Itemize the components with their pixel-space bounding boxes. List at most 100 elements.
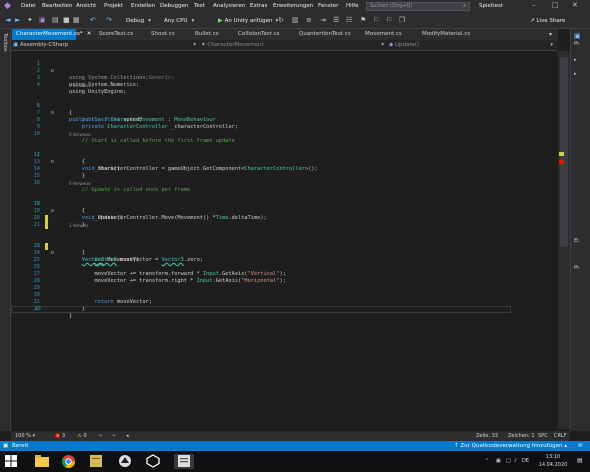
tab-collisiontest[interactable]: CollisionTest.cs [234,29,280,40]
keyboard-layout[interactable]: DE [522,458,529,464]
back-icon[interactable]: ◄ [5,16,10,25]
forward-icon[interactable]: ► [15,16,20,25]
codelens-references[interactable]: 0 Verweise [69,181,91,186]
save-all-icon[interactable]: ▦ [73,16,80,25]
unity-editor-icon[interactable] [146,454,162,469]
tab-scoretext[interactable]: ScoreText.cs [95,29,133,40]
error-count[interactable]: ✕ 3 [55,432,65,440]
indent-icon[interactable]: ⇥ [320,16,326,25]
tab-shoot[interactable]: Shoot.cs [147,29,175,40]
member-dropdown[interactable]: ◆ Update() ▾ [389,41,555,50]
class-dropdown[interactable]: ✦ CharacterMovement ▾ [201,41,386,50]
configuration-dropdown[interactable]: Debug ▾ [124,16,160,26]
whitespace-mode[interactable]: SPC [538,432,548,440]
clock-time[interactable]: 13:10 [538,454,568,460]
tab-charactermovement[interactable]: CharacterMovement.cs* ✕ [12,29,91,40]
platform-dropdown[interactable]: Any CPU ▾ [162,16,214,26]
codelens-references[interactable]: 0 Verweise [69,83,91,88]
comment-icon[interactable]: ☰ [333,16,339,25]
visual-studio-task-icon[interactable] [174,454,194,469]
unity-hub-icon[interactable] [118,454,134,469]
notifications-icon[interactable]: ✉ [578,441,583,451]
tab-bullet[interactable]: Bullet.cs [191,29,219,40]
line-indicator[interactable]: Zeile: 33 [476,432,498,440]
action-center-icon[interactable]: ▤ [577,457,583,464]
menu-hilfe[interactable]: Hilfe [346,3,359,9]
tab-label: Shoot.cs [151,31,175,37]
clock-date[interactable]: 14.04.2020 [538,462,568,468]
tray-expand-icon[interactable]: ⌃ [485,458,489,464]
clear-bookmarks-icon[interactable]: ❐ [399,16,405,25]
issue-filter-icon[interactable]: ◂ [126,432,129,440]
bookmark-next-icon[interactable]: ⚐ [373,16,379,25]
tray-app-icon[interactable]: ▣ [496,458,501,464]
redo-icon[interactable]: ↷ [106,16,112,25]
codelens-references[interactable]: 1 Verweis [69,223,88,228]
chevron-down-icon: ▾ [381,42,384,48]
search-placeholder: Suchen (Strg+Q) [370,3,413,9]
code-line: 25 [11,250,558,263]
line-ending[interactable]: CRLF [554,432,567,440]
menu-test[interactable]: Test [194,3,205,9]
pane-label[interactable]: Pr. [574,265,580,271]
menu-ansicht[interactable]: Ansicht [76,3,96,9]
undo-icon[interactable]: ↶ [90,16,96,25]
chrome-icon[interactable] [61,454,77,469]
column-indicator[interactable]: Zeichen: 1 [508,432,535,440]
menu-erweiterungen[interactable]: Erweiterungen [273,3,313,9]
volume-icon[interactable]: ♪ [514,458,517,464]
pane-label[interactable]: Pr. [574,41,580,47]
menu-datei[interactable]: Datei [21,3,36,9]
toolbox-tab[interactable]: Toolbox [2,33,8,52]
warning-count[interactable]: ⚠ 0 [77,432,87,440]
layout-icon[interactable]: ▥ [292,16,299,25]
tab-label: CollisionTest.cs [238,31,280,37]
add-source-control-button[interactable]: ↑ Zur Quellcodeverwaltung hinzufügen ▴ [454,441,567,451]
close-tab-icon[interactable]: ✕ [87,31,92,37]
save-icon[interactable]: ■ [63,16,70,25]
browser-icon [61,454,76,469]
zoom-dropdown[interactable]: 100 % ▾ [15,432,35,440]
attach-unity-button[interactable]: ▶ An Unity anfügen ▾ [218,16,278,26]
notes-app-icon[interactable] [89,454,105,469]
menu-debuggen[interactable]: Debuggen [160,3,188,9]
tree-toggle-icon[interactable]: ▸ [574,71,577,77]
search-input[interactable]: Suchen (Strg+Q) ⌕ [366,2,470,11]
bookmark-icon[interactable]: ⚑ [360,16,366,25]
tree-toggle-icon[interactable]: ▸ [574,57,577,63]
code-line: 23 { [11,236,558,256]
project-dropdown[interactable]: ▣ Assembly-CSharp ▾ [13,41,198,50]
menu-extras[interactable]: Extras [250,3,267,9]
network-icon[interactable]: □ [506,458,511,464]
bookmark-prev-icon[interactable]: ⚐ [386,16,392,25]
live-share-button[interactable]: ↗ Live Share [530,16,565,26]
new-project-icon[interactable]: ▣ [39,16,46,25]
code-editor[interactable]: 1 ⊟ using System.Collections; 2 using Sy… [11,51,558,429]
solution-explorer-icon[interactable]: ▣ [574,32,581,40]
start-button[interactable] [4,454,20,469]
codelens-references[interactable]: 0 Verweise [69,132,91,137]
nav-forward-icon[interactable]: → [111,432,115,440]
menu-analysieren[interactable]: Analysieren [213,3,245,9]
open-folder-icon[interactable]: ▤ [52,16,59,25]
nav-back-icon[interactable]: ← [99,432,103,440]
maximize-icon[interactable]: □ [552,1,559,9]
file-explorer-icon[interactable] [34,454,50,469]
minimize-icon[interactable]: – [532,1,536,9]
uncomment-icon[interactable]: ☷ [346,16,352,25]
new-item-icon[interactable]: ✦ [27,16,33,25]
tab-modifymaterial[interactable]: ModifyMaterial.cs [418,29,470,40]
menu-bearbeiten[interactable]: Bearbeiten [42,3,72,9]
align-icon[interactable]: ≡ [306,16,312,25]
menu-erstellen[interactable]: Erstellen [131,3,155,9]
close-icon[interactable]: ✕ [572,1,578,9]
refresh-icon[interactable]: ↻ [278,16,284,25]
tab-quantertiontest[interactable]: QuantertionTest.cs [295,29,350,40]
tab-list-dropdown-icon[interactable]: ▾ [549,29,552,40]
pane-label[interactable]: El. [574,238,580,244]
tab-movement[interactable]: Movement.cs [361,29,402,40]
menu-fenster[interactable]: Fenster [318,3,338,9]
menu-projekt[interactable]: Projekt [104,3,123,9]
code-line: 12 { [11,145,558,165]
editor-scrollbar[interactable] [558,51,570,429]
